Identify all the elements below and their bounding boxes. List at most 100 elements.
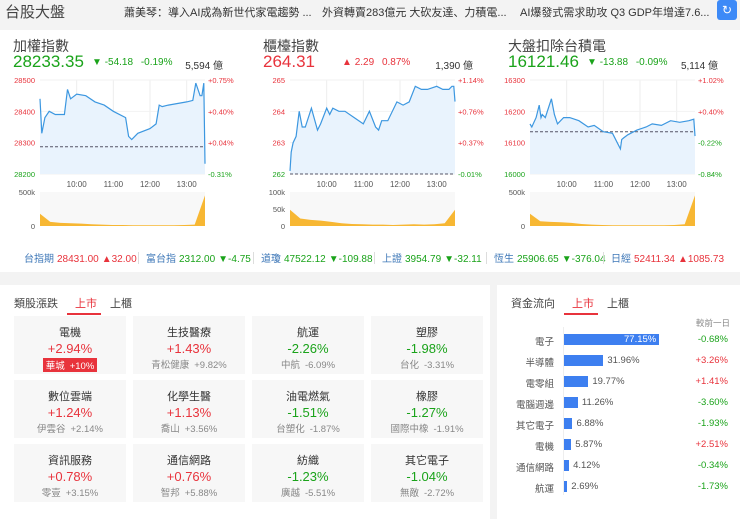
flow-row[interactable]: 航運 2.69% -1.73% [497, 477, 740, 497]
flow-row[interactable]: 電腦週邊 11.26% -3.60% [497, 393, 740, 413]
stock-name: 伊雲谷 [36, 424, 66, 435]
ticker-item[interactable]: 道瓊 47522.12 ▼-109.88 [261, 250, 373, 265]
market-ticker: 台指期 28431.00 ▲32.00 富台指 2312.00 ▼-4.75 道瓊 47522… [0, 246, 740, 268]
stock-change: -1.87% [309, 424, 340, 435]
top-stock[interactable]: 伊雲谷 +2.14% [14, 421, 126, 435]
top-stock[interactable]: 青松健康 +9.82% [133, 357, 245, 371]
flow-row[interactable]: 其它電子 6.88% -1.93% [497, 414, 740, 434]
stock-name: 青松健康 [151, 360, 190, 371]
flow-change: -0.34% [697, 460, 728, 471]
y-tick-label: 16000 [504, 170, 525, 179]
sector-change: -1.27% [406, 405, 448, 420]
tab-otc[interactable]: 上櫃 [110, 295, 132, 311]
index-panel: 加權指數 28233.35 ▼ -54.18 -0.19% 5,594 億 10:00 1… [0, 30, 740, 272]
index-value: 28233.35 [13, 52, 84, 71]
flow-change: -1.73% [697, 481, 728, 492]
top-stock[interactable]: 無敵 -2.72% [371, 485, 483, 499]
tab-listed[interactable]: 上市 [75, 295, 97, 311]
volume-area [40, 192, 205, 226]
top-stock[interactable]: 台塑化 -1.87% [252, 421, 364, 435]
index-change: ▼ -54.18 -0.19% [92, 57, 173, 68]
top-stock[interactable]: 零壹 +3.15% [14, 485, 126, 499]
top-stock[interactable]: 廣越 -5.51% [252, 485, 364, 499]
sector-card[interactable]: 資訊服務 +0.78% 零壹 +3.15% [14, 444, 126, 502]
sector-panel: 類股漲跌 上市 上櫃 電機 +2.94% 華城 +10% 生技醫療 +1.43% 青松健康 +… [0, 285, 490, 519]
intraday-chart[interactable]: 10:00 11:00 12:00 13:00 16300 +1.02% 16200 +0.4… [495, 70, 740, 230]
stock-change: +10% [69, 361, 95, 372]
stock-name: 華城 [45, 361, 65, 372]
ticker-change: ▼-4.75 [218, 254, 251, 265]
ticker-item[interactable]: 日經 52411.34 ▲1085.73 [611, 250, 724, 265]
sector-card[interactable]: 塑膠 -1.98% 台化 -3.31% [371, 316, 483, 374]
sector-card[interactable]: 其它電子 -1.04% 無敵 -2.72% [371, 444, 483, 502]
stock-change: +3.15% [65, 488, 99, 499]
index-card[interactable]: 大盤扣除台積電 16121.46 ▼ -13.88 -0.09% 5,114 億 10:… [495, 30, 740, 230]
flow-share: 4.12% [573, 460, 600, 471]
ticker-change: ▼-32.11 [444, 254, 482, 265]
sector-change: -2.26% [287, 341, 329, 356]
ticker-item[interactable]: 上證 3954.79 ▼-32.11 [382, 250, 482, 265]
sector-card[interactable]: 紡織 -1.23% 廣越 -5.51% [252, 444, 364, 502]
volume-tick-label: 500k [509, 188, 526, 197]
news-headline[interactable]: AI爆發式需求助攻 Q3 GDP年增達7.6... [520, 4, 709, 20]
top-stock[interactable]: 智邦 +5.88% [133, 485, 245, 499]
sector-card[interactable]: 生技醫療 +1.43% 青松健康 +9.82% [133, 316, 245, 374]
top-stock[interactable]: 台化 -3.31% [371, 357, 483, 371]
stock-name: 喬山 [160, 424, 180, 435]
sector-name: 油電燃氣 [286, 391, 330, 403]
x-tick-label: 11:00 [354, 180, 374, 189]
sector-card[interactable]: 油電燃氣 -1.51% 台塑化 -1.87% [252, 380, 364, 438]
sector-card[interactable]: 通信網路 +0.76% 智邦 +5.88% [133, 444, 245, 502]
ticker-item[interactable]: 富台指 2312.00 ▼-4.75 [146, 250, 251, 265]
news-headline[interactable]: 蕭美琴：導入AI成為新世代家電趨勢 ... [124, 4, 312, 20]
top-stock[interactable]: 中航 -6.09% [252, 357, 364, 371]
stock-name: 零壹 [41, 488, 61, 499]
top-stock[interactable]: 國際中橡 -1.91% [371, 421, 483, 435]
intraday-chart[interactable]: 10:00 11:00 12:00 13:00 265 +1.14% 264 +0.76% 26… [250, 70, 495, 230]
flow-row[interactable]: 電零組 19.77% +1.41% [497, 372, 740, 392]
ticker-item[interactable]: 恆生 25906.65 ▼-376.04 [494, 250, 606, 265]
y2-tick-label: -0.01% [458, 170, 482, 179]
sector-card[interactable]: 化學生醫 +1.13% 喬山 +3.56% [133, 380, 245, 438]
y-tick-label: 28200 [14, 170, 35, 179]
refresh-button[interactable]: ↻ [717, 0, 737, 20]
flow-row[interactable]: 電子 77.15% -0.68% [497, 330, 740, 350]
flow-share: 5.87% [575, 439, 603, 450]
ticker-name: 台指期 [24, 254, 54, 265]
ticker-item[interactable]: 台指期 28431.00 ▲32.00 [24, 250, 137, 265]
tab-otc[interactable]: 上櫃 [607, 295, 629, 311]
flow-change: +3.26% [695, 355, 729, 366]
ticker-name: 上證 [382, 254, 402, 265]
x-tick-label: 13:00 [177, 180, 198, 189]
flow-share: 19.77% [592, 376, 625, 387]
index-change: ▲ 2.29 0.87% [342, 57, 410, 68]
volume-tick-label: 0 [281, 222, 285, 230]
sector-card[interactable]: 電機 +2.94% 華城 +10% [14, 316, 126, 374]
top-stock[interactable]: 喬山 +3.56% [133, 421, 245, 435]
sector-card[interactable]: 橡膠 -1.27% 國際中橡 -1.91% [371, 380, 483, 438]
flow-bar [564, 481, 568, 492]
index-change: ▼ -13.88 -0.09% [587, 57, 668, 68]
sector-name: 數位雲端 [48, 391, 92, 403]
intraday-chart[interactable]: 10:00 11:00 12:00 13:00 28500 +0.75% 28400 +0.4… [0, 70, 245, 230]
sector-change: +2.94% [47, 341, 93, 356]
sector-card[interactable]: 數位雲端 +1.24% 伊雲谷 +2.14% [14, 380, 126, 438]
triangle-down-icon: ▼ [92, 57, 105, 68]
tab-listed[interactable]: 上市 [572, 295, 594, 311]
y-tick-label: 16200 [504, 107, 525, 116]
y-tick-label: 28400 [14, 107, 35, 116]
flow-row[interactable]: 半導體 31.96% +3.26% [497, 351, 740, 371]
index-card[interactable]: 櫃檯指數 264.31 ▲ 2.29 0.87% 1,390 億 10:00 11:00 1… [250, 30, 495, 230]
flow-row[interactable]: 電機 5.87% +2.51% [497, 435, 740, 455]
index-card[interactable]: 加權指數 28233.35 ▼ -54.18 -0.19% 5,594 億 10:00 1… [0, 30, 245, 230]
sector-card[interactable]: 航運 -2.26% 中航 -6.09% [252, 316, 364, 374]
news-headline[interactable]: 外資轉賣283億元 大砍友達、力積電... [322, 4, 507, 20]
volume-tick-label: 0 [521, 222, 525, 230]
top-stock[interactable]: 華城 +10% [42, 358, 98, 372]
sector-name: 塑膠 [416, 327, 438, 339]
sector-name: 生技醫療 [167, 327, 211, 339]
flow-bar [564, 460, 570, 471]
flow-row[interactable]: 通信網路 4.12% -0.34% [497, 456, 740, 476]
sector-name: 橡膠 [416, 391, 438, 403]
active-tab-indicator [67, 313, 101, 315]
